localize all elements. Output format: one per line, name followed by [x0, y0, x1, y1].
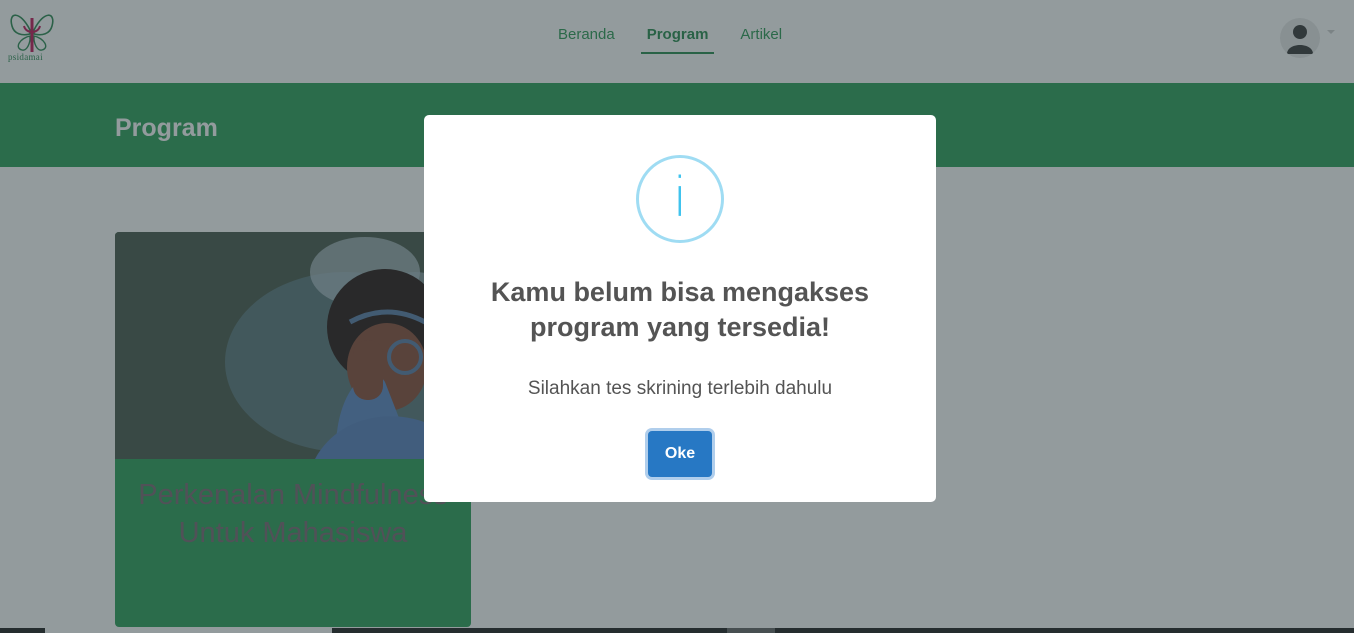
dialog-title: Kamu belum bisa mengakses program yang t… [490, 277, 870, 342]
ok-button[interactable]: Oke [648, 431, 712, 477]
page: psidamai Beranda Program Artikel Program [0, 0, 1354, 633]
dialog-message: Silahkan tes skrining terlebih dahulu [527, 378, 833, 399]
info-icon: i [636, 155, 724, 243]
info-glyph: i [672, 166, 688, 229]
alert-dialog: i Kamu belum bisa mengakses program yang… [424, 115, 936, 502]
